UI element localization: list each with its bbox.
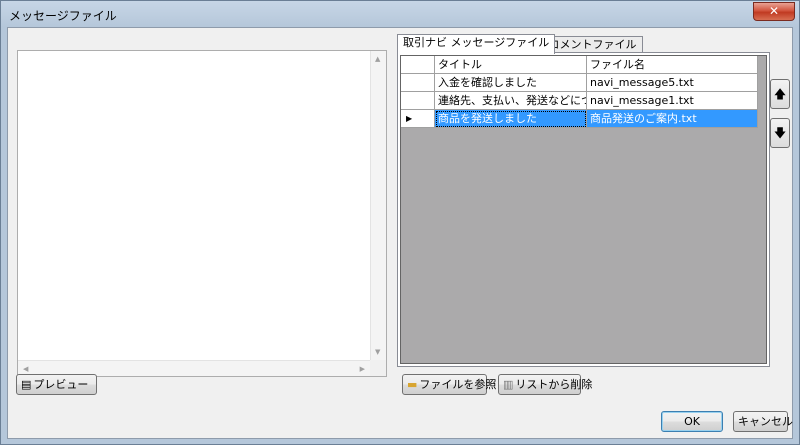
trash-icon: ▥ — [503, 378, 514, 391]
folder-icon: ▬ — [407, 378, 418, 391]
scroll-up-icon[interactable]: ▲ — [375, 55, 380, 63]
scroll-down-icon[interactable]: ▼ — [375, 348, 380, 356]
arrow-down-icon: 🡇 — [773, 126, 787, 140]
row-header-current[interactable]: ▶ — [401, 110, 435, 128]
scroll-left-icon[interactable]: ◀ — [23, 365, 28, 373]
preview-pane[interactable]: ▲ ▼ ◀ ▶ — [17, 50, 387, 377]
dialog-client-area: ▲ ▼ ◀ ▶ 取引ナビ メッセージファイル 評価 コメントファイル タイトル … — [7, 27, 793, 439]
grid-corner-header — [401, 56, 435, 74]
arrow-up-icon: 🡅 — [773, 87, 787, 101]
tab-label: 取引ナビ メッセージファイル — [403, 36, 550, 49]
move-up-button[interactable]: 🡅 — [770, 79, 790, 109]
cell-filename-selected[interactable]: 商品発送のご案内.txt — [587, 110, 758, 128]
current-row-arrow-icon: ▶ — [406, 114, 413, 123]
row-header[interactable] — [401, 74, 435, 92]
close-icon: ✕ — [768, 4, 780, 18]
vertical-scrollbar[interactable]: ▲ ▼ — [370, 51, 386, 360]
preview-button-label: プレビュー — [33, 378, 89, 391]
scroll-right-icon[interactable]: ▶ — [360, 365, 365, 373]
scrollbar-corner — [370, 360, 386, 376]
ok-button[interactable]: OK — [661, 411, 723, 432]
close-button[interactable]: ✕ — [753, 2, 795, 21]
cell-title[interactable]: 連絡先、支払い、発送などについて — [435, 92, 587, 110]
dialog-window: メッセージファイル ✕ ▲ ▼ ◀ ▶ 取引ナビ メッセージファイル 評価 コメ… — [0, 0, 800, 445]
column-header-title[interactable]: タイトル — [435, 56, 587, 74]
move-down-button[interactable]: 🡇 — [770, 118, 790, 148]
cell-filename[interactable]: navi_message1.txt — [587, 92, 758, 110]
cancel-button[interactable]: キャンセル — [733, 411, 793, 432]
preview-button[interactable]: ▤ プレビュー — [16, 374, 97, 395]
title-bar[interactable]: メッセージファイル ✕ — [1, 1, 799, 27]
ok-button-label: OK — [684, 415, 700, 428]
message-file-grid[interactable]: タイトル ファイル名 入金を確認しました navi_message5.txt 連… — [400, 55, 767, 364]
page-icon: ▤ — [21, 378, 32, 391]
tab-panel: タイトル ファイル名 入金を確認しました navi_message5.txt 連… — [397, 52, 770, 367]
cell-filename[interactable]: navi_message5.txt — [587, 74, 758, 92]
cell-title-selected[interactable]: 商品を発送しました — [435, 110, 587, 128]
cancel-button-label: キャンセル — [738, 415, 793, 428]
tab-navi-message-file[interactable]: 取引ナビ メッセージファイル — [397, 34, 556, 54]
row-header[interactable] — [401, 92, 435, 110]
browse-button-label: ファイルを参照 — [419, 378, 497, 391]
window-title: メッセージファイル — [9, 9, 117, 23]
column-header-filename[interactable]: ファイル名 — [587, 56, 758, 74]
cell-title[interactable]: 入金を確認しました — [435, 74, 587, 92]
browse-file-button[interactable]: ▬ ファイルを参照 — [402, 374, 496, 395]
remove-button-label: リストから削除 — [515, 378, 593, 391]
remove-from-list-button[interactable]: ▥ リストから削除 — [498, 374, 592, 395]
